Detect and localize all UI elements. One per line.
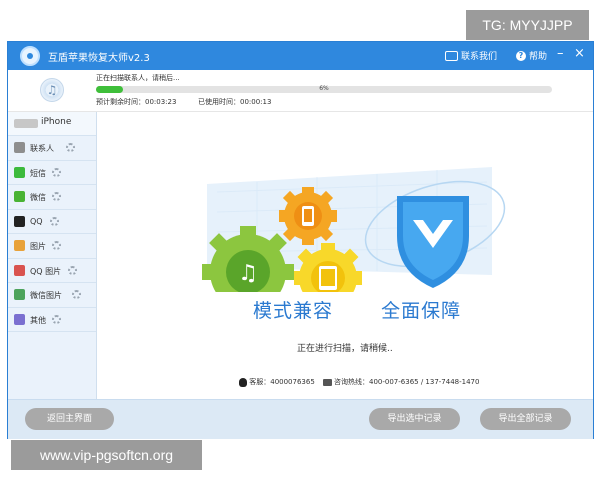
sidebar-item-qq-photos[interactable]: QQ 图片 <box>8 259 96 283</box>
help-label: 帮助 <box>529 52 548 62</box>
wechat-photos-icon <box>14 289 25 300</box>
support-qq: 客服：4000076365 <box>249 378 315 386</box>
scan-progress-percent: 6% <box>319 85 329 92</box>
qq-photos-icon <box>14 264 25 276</box>
contact-us-label: 联系我们 <box>461 52 498 62</box>
svg-text:♫: ♫ <box>238 261 258 286</box>
main-content: ♫ 模式兼容 全面保障 正在进行扫描，请稍候.. 客服：4000076365 咨… <box>97 112 593 399</box>
scan-status-text: 正在扫描联系人，请稍后... <box>96 74 180 82</box>
export-selected-button[interactable]: 导出选中记录 <box>369 408 460 430</box>
export-all-button[interactable]: 导出全部记录 <box>480 408 571 430</box>
device-item[interactable]: iPhone <box>8 112 96 136</box>
support-info: 客服：4000076365 咨询热线：400-007-6365 / 137-74… <box>239 377 479 387</box>
sidebar-item-contacts[interactable]: 联系人 <box>8 136 96 161</box>
contacts-icon <box>14 142 25 153</box>
title-bar: 互盾苹果恢复大师v2.3 联系我们 ? 帮助 – × <box>8 42 593 70</box>
chat-icon <box>445 50 458 61</box>
sidebar-item-photos[interactable]: 图片 <box>8 234 96 259</box>
music-disc-icon: ♫ <box>40 78 64 102</box>
app-window: 互盾苹果恢复大师v2.3 联系我们 ? 帮助 – × ♫ 正在扫描联系人，请稍后… <box>8 42 593 439</box>
slogan-compatible: 模式兼容 <box>253 300 334 322</box>
wechat-icon <box>14 191 25 202</box>
sidebar-item-label: 微信图片 <box>30 291 62 300</box>
help-button[interactable]: ? 帮助 <box>516 49 547 62</box>
phone-icon <box>322 378 332 386</box>
category-sidebar: iPhone 联系人短信微信 QQ 图片 QQ 图片微信图片其他 <box>8 112 97 399</box>
sidebar-item-qq[interactable]: QQ <box>8 210 96 234</box>
sidebar-item-sms[interactable]: 短信 <box>8 161 96 185</box>
slogan: 模式兼容 全面保障 <box>253 296 461 323</box>
loading-spinner-icon <box>72 290 81 299</box>
contact-us-button[interactable]: 联系我们 <box>445 49 497 62</box>
hero-illustration: ♫ <box>202 167 506 292</box>
sidebar-item-label: 联系人 <box>30 144 54 153</box>
time-elapsed: 已使用时间：00:00:13 <box>198 98 272 106</box>
scanning-message: 正在进行扫描，请稍候.. <box>297 344 393 354</box>
watermark-url: www.vip-pgsoftcn.org <box>11 440 202 470</box>
time-remaining: 预计剩余时间：00:03:23 <box>96 98 177 106</box>
sidebar-item-label: 其他 <box>30 315 46 325</box>
help-icon: ? <box>516 50 526 61</box>
sidebar-item-wechat[interactable]: 微信 <box>8 185 96 210</box>
sidebar-item-label: QQ 图片 <box>30 266 62 276</box>
loading-spinner-icon <box>52 167 61 177</box>
loading-spinner-icon <box>50 216 59 226</box>
device-label: iPhone <box>41 117 72 127</box>
support-hotline: 咨询热线：400-007-6365 / 137-7448-1470 <box>334 378 480 386</box>
tablet-gear-icon <box>294 243 362 292</box>
sidebar-item-label: 微信 <box>30 193 46 202</box>
sms-icon <box>14 166 25 178</box>
loading-spinner-icon <box>52 192 61 201</box>
photos-icon <box>14 240 25 251</box>
close-button[interactable]: × <box>574 46 585 61</box>
scan-progress-area: ♫ 正在扫描联系人，请稍后... 6% 预计剩余时间：00:03:23 已使用时… <box>8 70 593 112</box>
bottom-action-bar: 返回主界面 导出选中记录 导出全部记录 <box>8 399 593 439</box>
qq-icon <box>239 377 247 387</box>
device-name-redacted <box>14 119 38 128</box>
app-title: 互盾苹果恢复大师v2.3 <box>48 53 150 64</box>
loading-spinner-icon <box>68 265 77 275</box>
slogan-protection: 全面保障 <box>381 300 462 322</box>
sidebar-item-label: QQ <box>30 216 43 226</box>
sidebar-item-other[interactable]: 其他 <box>8 308 96 332</box>
scan-progress-bar: 6% <box>96 85 552 93</box>
qq-icon <box>14 215 25 227</box>
phone-gear-icon <box>279 187 337 245</box>
shield-icon <box>397 196 469 288</box>
loading-spinner-icon <box>52 314 61 324</box>
tg-label: TG: MYYJJPP <box>466 10 589 40</box>
loading-spinner-icon <box>52 241 61 250</box>
sidebar-item-label: 短信 <box>30 168 46 178</box>
sidebar-item-label: 图片 <box>30 242 46 251</box>
loading-spinner-icon <box>66 143 75 152</box>
other-icon <box>14 313 25 325</box>
back-to-main-button[interactable]: 返回主界面 <box>25 408 114 430</box>
sidebar-item-wechat-photos[interactable]: 微信图片 <box>8 283 96 308</box>
minimize-button[interactable]: – <box>557 46 564 61</box>
app-logo-icon <box>20 46 40 66</box>
